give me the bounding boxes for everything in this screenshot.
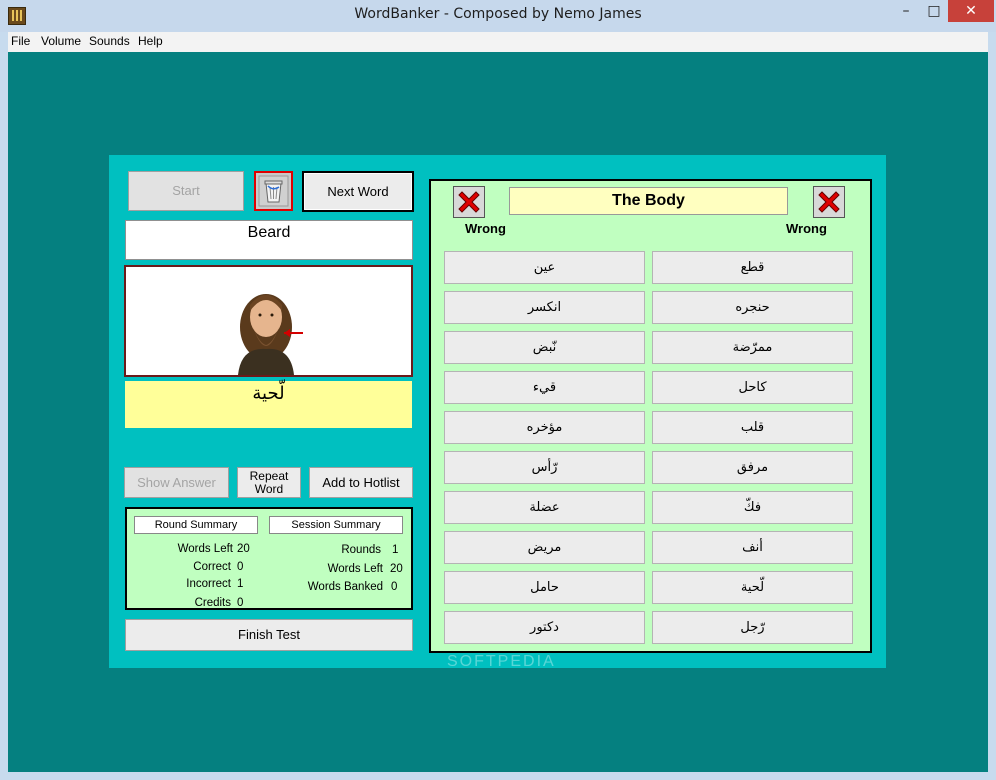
- menu-sounds[interactable]: Sounds: [89, 34, 130, 48]
- answer-right-5[interactable]: قلب: [652, 411, 853, 444]
- session-words-banked-value: 0: [391, 581, 398, 593]
- picture-frame: [124, 265, 413, 377]
- menu-help[interactable]: Help: [138, 34, 163, 48]
- menu-file[interactable]: File: [11, 34, 30, 48]
- show-answer-button[interactable]: Show Answer: [124, 467, 229, 498]
- session-summary-header: Session Summary: [269, 516, 403, 534]
- arabic-word-display: لّحية: [125, 381, 412, 428]
- watermark-text: SOFTPEDIA: [447, 653, 556, 670]
- maximize-button[interactable]: □: [920, 0, 948, 22]
- session-words-left-value: 20: [390, 563, 403, 575]
- topic-title: The Body: [509, 187, 788, 215]
- red-x-icon: [818, 191, 840, 213]
- main-panel: Start Next Word Beard لّحية Show Answer …: [109, 155, 886, 670]
- round-credits-label: Credits: [194, 597, 231, 609]
- answer-right-10[interactable]: رّجل: [652, 611, 853, 644]
- close-button[interactable]: ✕: [948, 0, 994, 22]
- wrong-left-button[interactable]: [453, 186, 485, 218]
- round-credits-value: 0: [237, 597, 244, 609]
- wrong-right-label: Wrong: [786, 221, 827, 236]
- answer-left-3[interactable]: نّبض: [444, 331, 645, 364]
- answer-right-3[interactable]: ممرّضة: [652, 331, 853, 364]
- answer-right-1[interactable]: قطع: [652, 251, 853, 284]
- recycle-bin-icon: [258, 175, 289, 207]
- round-incorrect-value: 1: [237, 578, 244, 590]
- answer-left-6[interactable]: رّأس: [444, 451, 645, 484]
- session-words-banked-label: Words Banked: [307, 581, 383, 593]
- title-bar[interactable]: WordBanker - Composed by Nemo James – □ …: [0, 0, 996, 32]
- session-rounds-label: Rounds: [341, 544, 381, 556]
- answer-left-9[interactable]: حامل: [444, 571, 645, 604]
- answer-left-10[interactable]: دكتور: [444, 611, 645, 644]
- add-to-hotlist-button[interactable]: Add to Hotlist: [309, 467, 413, 498]
- answer-right-4[interactable]: كاحل: [652, 371, 853, 404]
- round-summary-header: Round Summary: [134, 516, 258, 534]
- answer-left-1[interactable]: عين: [444, 251, 645, 284]
- round-words-left-label: Words Left: [177, 543, 233, 555]
- start-button[interactable]: Start: [128, 171, 244, 211]
- answer-right-7[interactable]: فكّ: [652, 491, 853, 524]
- minimize-button[interactable]: –: [892, 0, 920, 22]
- app-window: WordBanker - Composed by Nemo James – □ …: [0, 0, 996, 780]
- client-area: Start Next Word Beard لّحية Show Answer …: [8, 52, 988, 772]
- answer-left-2[interactable]: انكسر: [444, 291, 645, 324]
- round-incorrect-label: Incorrect: [186, 578, 231, 590]
- answer-panel: Wrong The Body Wrong عين انكسر نّبض قيء مؤخر…: [429, 179, 872, 653]
- answer-left-5[interactable]: مؤخره: [444, 411, 645, 444]
- recycle-bin-button[interactable]: [254, 171, 293, 211]
- finish-test-button[interactable]: Finish Test: [125, 619, 413, 651]
- round-correct-value: 0: [237, 561, 244, 573]
- round-words-left-value: 20: [237, 543, 250, 555]
- wrong-right-button[interactable]: [813, 186, 845, 218]
- repeat-word-label-line2: Word: [254, 482, 284, 496]
- english-word-display: Beard: [125, 220, 413, 260]
- answer-left-4[interactable]: قيء: [444, 371, 645, 404]
- answer-right-8[interactable]: أنف: [652, 531, 853, 564]
- answer-right-2[interactable]: حنجره: [652, 291, 853, 324]
- menu-bar: File Volume Sounds Help: [8, 32, 988, 52]
- summary-box: Round Summary Session Summary Words Left…: [125, 507, 413, 610]
- bearded-man-portrait: [238, 294, 303, 375]
- wrong-left-label: Wrong: [465, 221, 506, 236]
- session-rounds-value: 1: [392, 544, 399, 556]
- window-title: WordBanker - Composed by Nemo James: [354, 6, 642, 22]
- repeat-word-button[interactable]: Repeat Word: [237, 467, 301, 498]
- next-word-button[interactable]: Next Word: [302, 171, 414, 212]
- answer-left-8[interactable]: مريض: [444, 531, 645, 564]
- menu-volume[interactable]: Volume: [41, 34, 81, 48]
- answer-left-7[interactable]: عضلة: [444, 491, 645, 524]
- round-correct-label: Correct: [193, 561, 231, 573]
- answer-right-6[interactable]: مرفق: [652, 451, 853, 484]
- session-words-left-label: Words Left: [327, 563, 383, 575]
- answer-right-9[interactable]: لّحية: [652, 571, 853, 604]
- red-x-icon: [458, 191, 480, 213]
